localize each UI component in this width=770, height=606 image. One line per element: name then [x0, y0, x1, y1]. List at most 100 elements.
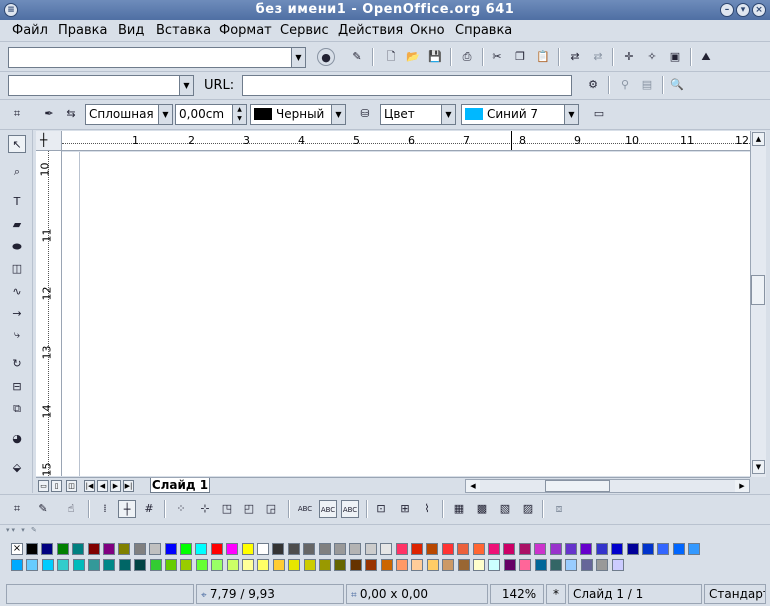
find-icon[interactable]: 🔍 [668, 76, 686, 94]
color-swatch[interactable] [41, 543, 54, 555]
link-icon[interactable]: ⚲ [616, 76, 634, 94]
menu-tools[interactable]: Сервис [280, 23, 329, 38]
color-swatch[interactable] [103, 559, 116, 571]
chevron-down-icon[interactable]: ▼ [441, 105, 455, 124]
colorbar-grip[interactable]: ▾▾ ▾ ✎ [6, 526, 68, 534]
color-swatch[interactable] [334, 559, 347, 571]
menu-actions[interactable]: Действия [338, 23, 403, 38]
effects-icon[interactable]: ◕ [8, 430, 26, 448]
target-frame-icon[interactable]: ▤ [638, 76, 656, 94]
pencil-icon[interactable]: ✎ [34, 500, 52, 518]
area-color-select[interactable]: Синий 7 ▼ [461, 104, 579, 125]
color-swatch[interactable] [596, 559, 609, 571]
chevron-down-icon[interactable]: ▼ [158, 105, 172, 124]
snap-page-margins-icon[interactable]: ◳ [218, 500, 236, 518]
drawing-view-icon[interactable]: ▭ [38, 480, 49, 492]
prev-slide-icon[interactable]: ◀ [97, 480, 108, 492]
color-swatch[interactable] [626, 543, 639, 555]
color-swatch[interactable] [642, 543, 654, 555]
align-icon[interactable]: ⊟ [8, 378, 26, 396]
save-icon[interactable]: 💾 [426, 48, 444, 66]
menu-view[interactable]: Вид [118, 23, 144, 38]
color-swatch[interactable] [503, 559, 516, 571]
color-swatch[interactable] [519, 559, 532, 571]
double-click-edit-icon[interactable]: ☝ [62, 500, 80, 518]
preview-icon[interactable]: ▦ [450, 500, 468, 518]
color-swatch[interactable] [149, 543, 162, 555]
ruler-corner[interactable]: ┼ [36, 131, 62, 151]
cut-icon[interactable]: ✂ [488, 48, 506, 66]
edit-file-icon[interactable]: ✎ [348, 48, 366, 66]
color-swatch[interactable] [180, 559, 193, 571]
color-swatch[interactable] [72, 559, 85, 571]
color-swatch[interactable] [472, 543, 485, 555]
color-swatch[interactable] [565, 559, 578, 571]
line-style-select[interactable]: Сплошная ▼ [85, 104, 173, 125]
color-swatch[interactable] [195, 559, 208, 571]
color-swatch[interactable] [580, 543, 593, 555]
color-swatch[interactable] [549, 543, 562, 555]
text-select-icon[interactable]: ABC [341, 500, 359, 518]
color-swatch[interactable] [41, 559, 54, 571]
color-swatch[interactable] [473, 559, 485, 571]
color-swatch[interactable] [287, 543, 300, 555]
color-swatch[interactable] [380, 543, 393, 555]
color-swatch[interactable] [88, 559, 100, 571]
color-swatch[interactable] [257, 543, 269, 555]
exit-group-icon[interactable]: ⧈ [550, 500, 568, 518]
color-swatch[interactable] [442, 559, 455, 571]
color-swatch[interactable] [672, 543, 685, 555]
large-handles-icon[interactable]: ⊞ [396, 500, 414, 518]
color-swatch[interactable] [518, 543, 531, 555]
color-swatch[interactable] [441, 543, 454, 555]
color-swatch[interactable] [319, 559, 331, 571]
curve-icon[interactable]: ∿ [8, 283, 26, 301]
outline-view-icon[interactable]: ▯ [51, 480, 62, 492]
area-style-select[interactable]: Цвет ▼ [380, 104, 456, 125]
area-icon[interactable]: ⛁ [356, 105, 374, 123]
color-swatch[interactable] [349, 543, 362, 555]
connector-icon[interactable]: ⤷ [8, 326, 26, 344]
color-swatch[interactable] [395, 543, 408, 555]
line-icon[interactable]: ✒ [40, 105, 58, 123]
grayscale-icon[interactable]: ▧ [496, 500, 514, 518]
color-swatch[interactable] [349, 559, 362, 571]
scroll-up-icon[interactable]: ▲ [752, 132, 765, 146]
line-color-select[interactable]: Черный ▼ [250, 104, 346, 125]
color-swatch[interactable] [118, 543, 131, 555]
color-swatch[interactable] [657, 543, 670, 555]
snap-guides-icon[interactable]: ⊹ [196, 500, 214, 518]
scroll-left-icon[interactable]: ◀ [466, 480, 480, 492]
black-white-icon[interactable]: ▨ [519, 500, 537, 518]
shadow-icon[interactable]: ▭ [590, 105, 608, 123]
undo-icon[interactable]: ⇄ [566, 48, 584, 66]
first-slide-icon[interactable]: |◀ [84, 480, 95, 492]
tab-slide-1[interactable]: Слайд 1 [150, 478, 210, 493]
3d-object-icon[interactable]: ⬙ [8, 459, 26, 477]
color-swatch[interactable] [488, 543, 500, 555]
next-slide-icon[interactable]: ▶ [110, 480, 121, 492]
color-swatch[interactable] [242, 559, 254, 571]
color-swatch[interactable] [257, 559, 270, 571]
color-swatch[interactable] [195, 543, 208, 555]
color-swatch[interactable] [411, 543, 423, 555]
url-input[interactable] [242, 75, 572, 96]
rectangle-icon[interactable]: ▰ [8, 216, 26, 234]
grid-icon[interactable]: ⁞ [96, 500, 114, 518]
last-slide-icon[interactable]: ▶| [123, 480, 134, 492]
url-name-combo[interactable]: ▼ [8, 75, 194, 96]
stylist-icon[interactable]: ✧ [643, 48, 661, 66]
color-swatch[interactable] [457, 543, 470, 555]
color-swatch[interactable] [426, 543, 439, 555]
horizontal-ruler[interactable]: 1 2 3 4 5 6 7 8 9 10 11 12 [62, 131, 750, 151]
color-swatch[interactable] [272, 543, 285, 555]
new-doc-icon[interactable]: 🗋 [382, 48, 400, 66]
menu-window[interactable]: Окно [410, 23, 445, 38]
quick-edit-icon[interactable]: ABC [319, 500, 337, 518]
snap-object-border-icon[interactable]: ◰ [240, 500, 258, 518]
vertical-ruler[interactable]: 10 11 12 13 14 15 [36, 151, 62, 476]
menu-format[interactable]: Формат [219, 23, 272, 38]
color-swatch[interactable] [334, 543, 346, 555]
color-swatch[interactable] [457, 559, 470, 571]
color-swatch[interactable] [534, 543, 547, 555]
